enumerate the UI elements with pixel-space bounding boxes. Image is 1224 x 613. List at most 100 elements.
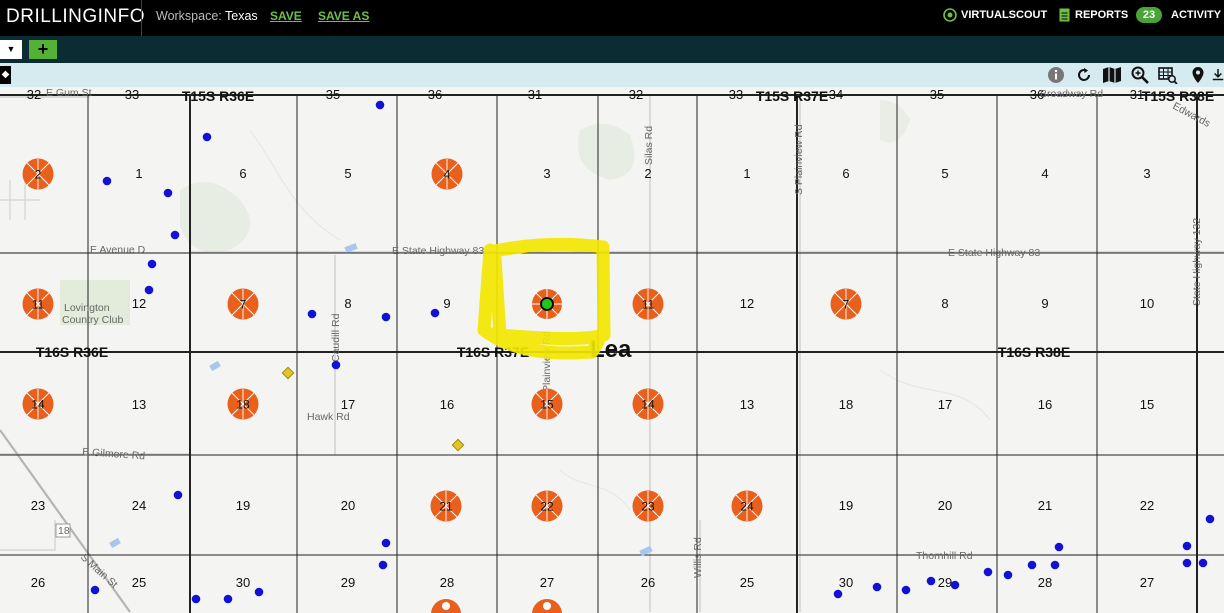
well-symbol[interactable]: 7 bbox=[227, 288, 259, 320]
virtualscout-icon[interactable] bbox=[943, 8, 957, 27]
location-pin-icon[interactable] bbox=[1188, 65, 1208, 85]
section-label: 20 bbox=[341, 498, 355, 513]
well-point[interactable] bbox=[901, 585, 911, 595]
road-label: E State Highway 83 bbox=[948, 247, 1040, 259]
zoom-icon[interactable] bbox=[1130, 65, 1150, 85]
map-svg[interactable]: 32 33 35 36 31 32 33 34 35 36 31 2165432… bbox=[0, 87, 1224, 613]
well-symbol[interactable]: 18 bbox=[227, 388, 259, 420]
reports-icon[interactable] bbox=[1059, 8, 1070, 27]
section-label: 23 bbox=[31, 498, 45, 513]
well-point[interactable] bbox=[173, 490, 183, 500]
well-symbol[interactable]: 24 bbox=[731, 490, 763, 522]
well-point[interactable] bbox=[430, 308, 440, 318]
well-point[interactable] bbox=[1054, 542, 1064, 552]
section-label: 19 bbox=[839, 498, 853, 513]
road-label: Edwards bbox=[1171, 100, 1213, 130]
section-label: 16 bbox=[1038, 397, 1052, 412]
well-symbol[interactable]: 2 bbox=[22, 158, 54, 190]
well-point[interactable] bbox=[1182, 558, 1192, 568]
well-section-label: 23 bbox=[641, 500, 655, 514]
info-icon[interactable] bbox=[1046, 65, 1066, 85]
section-label: 25 bbox=[132, 575, 146, 590]
well-symbol[interactable]: 14 bbox=[22, 388, 54, 420]
well-point[interactable] bbox=[381, 312, 391, 322]
refresh-icon[interactable] bbox=[1074, 65, 1094, 85]
save-button[interactable]: SAVE bbox=[270, 9, 302, 23]
save-as-button[interactable]: SAVE AS bbox=[318, 9, 369, 23]
app-brand-logo[interactable]: DRILLINGINFO bbox=[6, 6, 145, 28]
well-point[interactable] bbox=[1003, 570, 1013, 580]
well-symbol[interactable] bbox=[431, 599, 461, 613]
section-label: 15 bbox=[1140, 397, 1154, 412]
section-label: 30 bbox=[236, 575, 250, 590]
well-symbol[interactable] bbox=[532, 599, 562, 613]
well-point[interactable] bbox=[1050, 560, 1060, 570]
well-symbol[interactable]: 7 bbox=[830, 288, 862, 320]
well-point[interactable] bbox=[375, 100, 385, 110]
section-label: 3 bbox=[543, 166, 550, 181]
road-label: S Main St bbox=[78, 551, 120, 590]
table-select-icon[interactable] bbox=[1158, 65, 1178, 85]
well-point[interactable] bbox=[872, 582, 882, 592]
well-symbol[interactable]: 14 bbox=[632, 388, 664, 420]
permit-diamond[interactable] bbox=[281, 366, 295, 380]
well-symbol[interactable]: 21 bbox=[430, 490, 462, 522]
map-canvas[interactable]: 32 33 35 36 31 32 33 34 35 36 31 2165432… bbox=[0, 87, 1224, 613]
map-layers-icon[interactable] bbox=[1102, 65, 1122, 85]
add-tab-button[interactable]: + bbox=[29, 40, 57, 59]
section-label: 1 bbox=[743, 166, 750, 181]
well-point[interactable] bbox=[381, 538, 391, 548]
well-point[interactable] bbox=[147, 259, 157, 269]
section-label: 32 bbox=[27, 87, 41, 102]
well-point[interactable] bbox=[926, 576, 936, 586]
well-point[interactable] bbox=[163, 188, 173, 198]
divider bbox=[141, 0, 142, 36]
section-label: 3 bbox=[1143, 166, 1150, 181]
permit-diamond[interactable] bbox=[451, 438, 465, 452]
well-symbol[interactable]: 11 bbox=[632, 288, 664, 320]
section-label: 17 bbox=[341, 397, 355, 412]
section-label: 12 bbox=[132, 296, 146, 311]
well-point[interactable] bbox=[1027, 560, 1037, 570]
top-navigation-bar: DRILLINGINFO Workspace: Texas SAVE SAVE … bbox=[0, 0, 1224, 36]
virtualscout-link[interactable]: VIRTUALSCOUT bbox=[961, 9, 1047, 21]
well-point[interactable] bbox=[1182, 541, 1192, 551]
activity-count-badge[interactable]: 23 bbox=[1136, 7, 1162, 23]
well-point[interactable] bbox=[144, 285, 154, 295]
well-point[interactable] bbox=[331, 360, 341, 370]
well-symbol[interactable]: 4 bbox=[431, 158, 463, 190]
section-label: 10 bbox=[1140, 296, 1154, 311]
well-point[interactable] bbox=[223, 594, 233, 604]
well-symbol[interactable]: 11 bbox=[22, 288, 54, 320]
section-label: 25 bbox=[740, 575, 754, 590]
road-label: E Gum St bbox=[46, 87, 92, 99]
well-symbol[interactable]: 23 bbox=[632, 490, 664, 522]
well-point[interactable] bbox=[378, 560, 388, 570]
well-point[interactable] bbox=[202, 132, 212, 142]
well-point[interactable] bbox=[1198, 558, 1208, 568]
road-label: Silas Rd bbox=[643, 126, 655, 165]
well-point[interactable] bbox=[170, 230, 180, 240]
road-label: Thornhill Rd bbox=[916, 550, 973, 562]
activity-link[interactable]: ACTIVITY bbox=[1171, 9, 1221, 21]
well-point[interactable] bbox=[983, 567, 993, 577]
section-label: 35 bbox=[930, 87, 944, 102]
well-point[interactable] bbox=[191, 594, 201, 604]
road-label: Broadway Rd bbox=[1040, 88, 1103, 100]
selected-well-marker[interactable] bbox=[532, 289, 562, 319]
well-symbol[interactable]: 15 bbox=[531, 388, 563, 420]
road-label: State Highway 132 bbox=[1191, 218, 1203, 306]
well-point[interactable] bbox=[102, 176, 112, 186]
well-point[interactable] bbox=[1205, 514, 1215, 524]
well-point[interactable] bbox=[833, 589, 843, 599]
download-icon[interactable] bbox=[1212, 65, 1224, 85]
workspace-name[interactable]: Texas bbox=[225, 9, 258, 23]
well-symbol[interactable]: 22 bbox=[531, 490, 563, 522]
expand-panel-icon[interactable]: ◆ bbox=[0, 66, 11, 84]
well-point[interactable] bbox=[254, 587, 264, 597]
reports-link[interactable]: REPORTS bbox=[1075, 9, 1128, 21]
well-point[interactable] bbox=[307, 309, 317, 319]
caret-down-icon[interactable]: ▼ bbox=[0, 40, 22, 59]
well-point[interactable] bbox=[950, 580, 960, 590]
well-point[interactable] bbox=[90, 585, 100, 595]
